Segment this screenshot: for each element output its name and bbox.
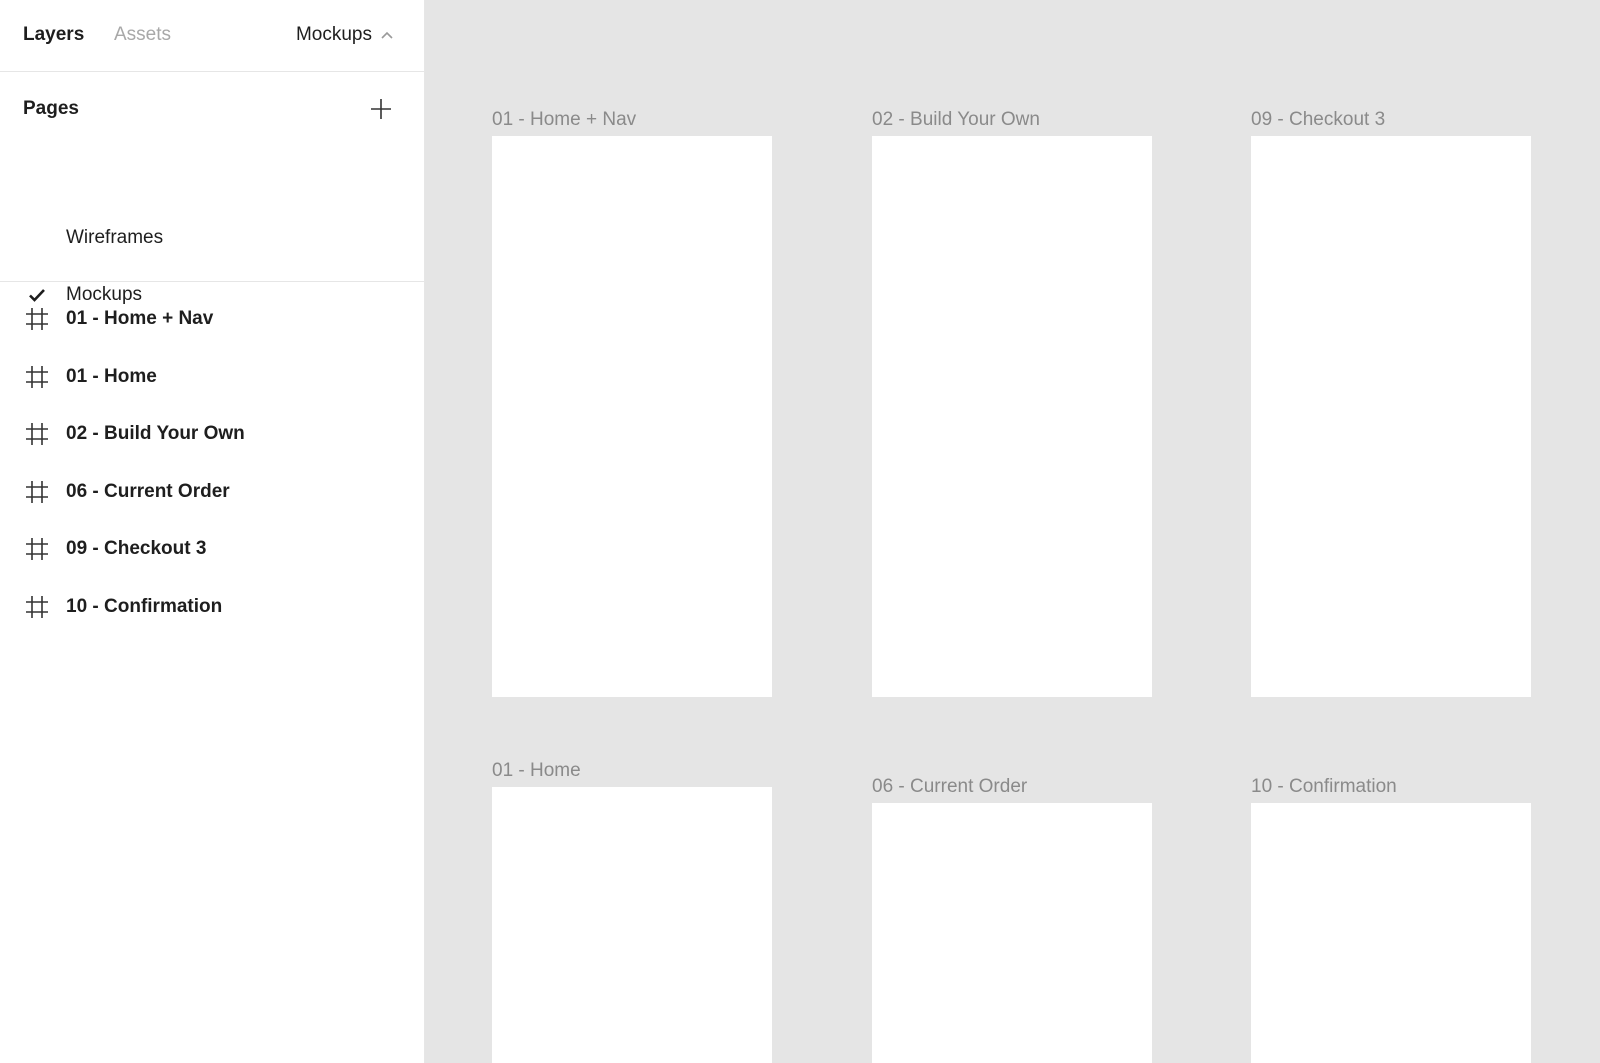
- page-switcher[interactable]: Mockups: [296, 24, 394, 46]
- artboard-home-nav[interactable]: [492, 136, 772, 697]
- layer-label: 10 - Confirmation: [66, 595, 223, 617]
- layer-label: 09 - Checkout 3: [66, 538, 207, 559]
- frame-icon: [26, 480, 48, 503]
- layers-list: 01 - Home + Nav 01 - Home 02 - Build You…: [0, 290, 424, 635]
- layer-row-current-order[interactable]: 06 - Current Order: [0, 463, 424, 521]
- layer-row-build-your-own[interactable]: 02 - Build Your Own: [0, 405, 424, 463]
- frame-icon: [26, 595, 48, 618]
- frame-icon: [26, 308, 48, 330]
- layer-label: 06 - Current Order: [66, 480, 230, 502]
- layer-row-checkout-3[interactable]: 09 - Checkout 3: [0, 520, 424, 578]
- artboard-confirmation[interactable]: [1251, 803, 1531, 1063]
- pages-title: Pages: [23, 98, 79, 119]
- artboard-current-order[interactable]: [872, 803, 1152, 1063]
- left-sidebar: Layers Assets Mockups Pages Wireframes M…: [0, 0, 425, 1063]
- sidebar-tabs: Layers Assets Mockups: [0, 0, 424, 72]
- layer-row-home-nav[interactable]: 01 - Home + Nav: [0, 290, 424, 348]
- layer-label: 01 - Home + Nav: [66, 308, 214, 329]
- page-item-label: Wireframes: [66, 227, 164, 248]
- frame-icon: [26, 365, 48, 388]
- tab-assets[interactable]: Assets: [114, 24, 171, 46]
- artboard-home[interactable]: [492, 787, 772, 1063]
- layer-label: 01 - Home: [66, 365, 157, 387]
- current-page-label: Mockups: [295, 24, 372, 45]
- frame-icon: [26, 538, 48, 560]
- frame-title[interactable]: 09 - Checkout 3: [1251, 109, 1385, 131]
- design-canvas[interactable]: 01 - Home + Nav 02 - Build Your Own 09 -…: [425, 0, 1600, 1063]
- layer-row-home[interactable]: 01 - Home: [0, 348, 424, 406]
- add-page-icon[interactable]: [368, 96, 394, 122]
- pages-section: Pages Wireframes Mockups: [0, 72, 424, 305]
- artboard-build-your-own[interactable]: [872, 136, 1152, 697]
- layer-row-confirmation[interactable]: 10 - Confirmation: [0, 578, 424, 636]
- frame-title[interactable]: 10 - Confirmation: [1251, 776, 1397, 798]
- frame-title[interactable]: 06 - Current Order: [872, 776, 1027, 798]
- page-item-wireframes[interactable]: Wireframes: [0, 218, 424, 258]
- frame-title[interactable]: 01 - Home: [492, 760, 581, 782]
- frame-title[interactable]: 02 - Build Your Own: [872, 109, 1040, 131]
- tab-layers[interactable]: Layers: [23, 24, 84, 46]
- frame-icon: [26, 423, 48, 445]
- layer-label: 02 - Build Your Own: [66, 423, 245, 444]
- frame-title[interactable]: 01 - Home + Nav: [492, 109, 636, 131]
- artboard-checkout-3[interactable]: [1251, 136, 1531, 697]
- design-app: Layers Assets Mockups Pages Wireframes M…: [0, 0, 1600, 1063]
- chevron-up-icon: [381, 31, 393, 39]
